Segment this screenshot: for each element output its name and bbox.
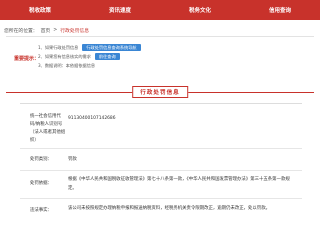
notice-line-3: 3、数据说明：本依据依据信息 bbox=[38, 61, 308, 70]
credit-code-label: 统一社会信用代码/纳税人识别号 bbox=[30, 114, 63, 127]
credit-code-value: 91130400107142686 bbox=[68, 116, 116, 121]
credit-code-sublabel: （法人或者其他组织） bbox=[30, 130, 66, 143]
basis-value: 根据《中华人民共和国税收征收管理法》第七十八条第一款，《中华人民共和国发票管理办… bbox=[68, 177, 290, 191]
detail-label: 违法事实： bbox=[30, 208, 52, 213]
basis-label: 处罚依据： bbox=[30, 181, 52, 186]
row-separator bbox=[20, 198, 302, 199]
nav-item-1[interactable]: 税收政策 bbox=[29, 6, 51, 14]
notice-line-3-text: 3、数据说明：本依据依据信息 bbox=[38, 63, 96, 68]
nav-item-4[interactable]: 信用查询 bbox=[269, 6, 291, 14]
notice-line-2: 2、如果您有信息核实的需求 前往查询 bbox=[38, 52, 308, 61]
top-nav-bar: 税收政策 资讯速度 税务文化 信用查询 bbox=[0, 0, 320, 20]
header-divider bbox=[6, 36, 314, 37]
notice-link-tag-1[interactable]: 行政处罚信息查询系统导航 bbox=[82, 44, 141, 51]
breadcrumb-home-link[interactable]: 首页 bbox=[41, 27, 51, 34]
breadcrumb: 您所在的位置： 首页 > 行政处罚信息 bbox=[4, 27, 89, 34]
breadcrumb-current: 行政处罚信息 bbox=[60, 29, 90, 34]
penalty-type-value: 罚款 bbox=[68, 157, 77, 162]
breadcrumb-prefix: 您所在的位置： bbox=[4, 29, 38, 34]
notice-block: 1、如果行政处罚信息 行政处罚信息查询系统导航 2、如果您有信息核实的需求 前往… bbox=[38, 43, 308, 70]
notice-line-1: 1、如果行政处罚信息 行政处罚信息查询系统导航 bbox=[38, 43, 308, 52]
nav-item-3[interactable]: 税务文化 bbox=[189, 6, 211, 14]
record-card: 统一社会信用代码/纳税人识别号 （法人或者其他组织） 9113040010714… bbox=[20, 103, 302, 241]
row-separator bbox=[20, 148, 302, 149]
notice-title: 重要提示： bbox=[14, 56, 40, 62]
breadcrumb-separator: > bbox=[53, 28, 58, 33]
notice-link-tag-2[interactable]: 前往查询 bbox=[94, 53, 120, 60]
detail-value: 该公司未按照规定办理纳税申报和报送纳税资料，经税务机关责令限期改正，逾期仍未改正… bbox=[68, 206, 270, 211]
penalty-type-label: 处罚类别： bbox=[30, 157, 52, 162]
notice-line-1-text: 1、如果行政处罚信息 bbox=[38, 45, 79, 50]
section-title: 行政处罚信息 bbox=[132, 86, 188, 98]
row-separator bbox=[20, 170, 302, 171]
nav-item-2[interactable]: 资讯速度 bbox=[109, 6, 131, 14]
notice-line-2-text: 2、如果您有信息核实的需求 bbox=[38, 54, 91, 59]
